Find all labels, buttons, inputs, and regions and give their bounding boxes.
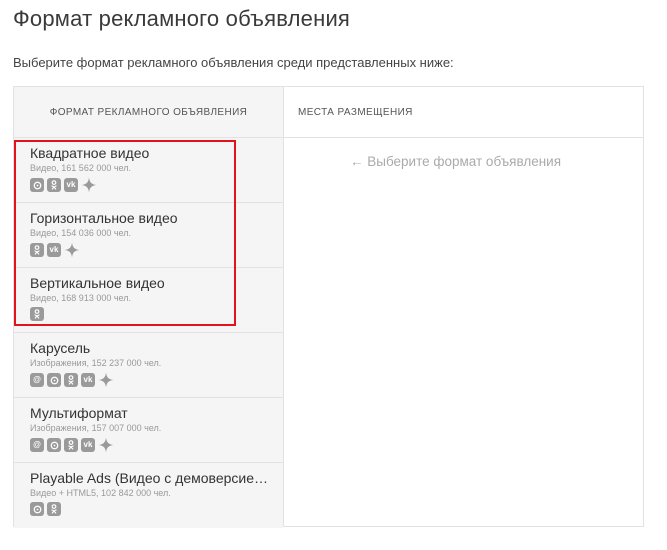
format-row-playable-ads[interactable]: Playable Ads (Видео с демоверсией игры) … — [14, 463, 283, 528]
target-icon — [47, 438, 61, 452]
format-row-horizontal-video[interactable]: Горизонтальное видео Видео, 154 036 000 … — [14, 203, 283, 268]
vk-icon: vk — [64, 178, 78, 192]
page-subtitle: Выберите формат рекламного объявления ср… — [13, 55, 454, 70]
mail-icon: @ — [30, 438, 44, 452]
vk-icon: vk — [47, 243, 61, 257]
format-row-square-video[interactable]: Квадратное видео Видео, 161 562 000 чел.… — [14, 138, 283, 203]
vk-icon: vk — [81, 373, 95, 387]
odnoklassniki-icon — [47, 502, 61, 516]
format-table: ФОРМАТ РЕКЛАМНОГО ОБЪЯВЛЕНИЯ Квадратное … — [13, 86, 644, 528]
format-meta: Изображения, 157 007 000 чел. — [30, 423, 162, 433]
sparkle-icon — [98, 437, 114, 453]
format-meta: Видео, 168 913 000 чел. — [30, 293, 131, 303]
format-title: Квадратное видео — [30, 145, 150, 161]
placement-icons — [30, 307, 283, 321]
format-title: Горизонтальное видео — [30, 210, 178, 226]
target-icon — [30, 178, 44, 192]
placement-icons: vk — [30, 242, 283, 258]
odnoklassniki-icon — [30, 243, 44, 257]
format-row-multiformat[interactable]: Мультиформат Изображения, 157 007 000 че… — [14, 398, 283, 463]
odnoklassniki-icon — [64, 438, 78, 452]
vk-icon: vk — [81, 438, 95, 452]
target-icon — [30, 502, 44, 516]
sparkle-icon — [98, 372, 114, 388]
format-meta: Видео, 161 562 000 чел. — [30, 163, 131, 173]
format-meta: Изображения, 152 237 000 чел. — [30, 358, 162, 368]
format-title: Вертикальное видео — [30, 275, 165, 291]
format-column-header: ФОРМАТ РЕКЛАМНОГО ОБЪЯВЛЕНИЯ — [14, 87, 283, 138]
target-icon — [47, 373, 61, 387]
page-title: Формат рекламного объявления — [13, 6, 351, 31]
odnoklassniki-icon — [47, 178, 61, 192]
placement-icons: @ vk — [30, 437, 283, 453]
mail-icon: @ — [30, 373, 44, 387]
format-title: Карусель — [30, 340, 91, 356]
format-title: Мультиформат — [30, 405, 128, 421]
sparkle-icon — [81, 177, 97, 193]
placements-column: МЕСТА РАЗМЕЩЕНИЯ ← Выберите формат объяв… — [284, 87, 643, 526]
format-row-vertical-video[interactable]: Вертикальное видео Видео, 168 913 000 че… — [14, 268, 283, 333]
odnoklassniki-icon — [30, 307, 44, 321]
odnoklassniki-icon — [64, 373, 78, 387]
sparkle-icon — [64, 242, 80, 258]
select-format-hint: ← Выберите формат объявления — [350, 154, 562, 169]
format-meta: Видео, 154 036 000 чел. — [30, 228, 131, 238]
placements-column-header: МЕСТА РАЗМЕЩЕНИЯ — [284, 87, 643, 138]
placement-icons: vk — [30, 177, 283, 193]
placement-icons: @ vk — [30, 372, 283, 388]
format-row-carousel[interactable]: Карусель Изображения, 152 237 000 чел. @… — [14, 333, 283, 398]
format-meta: Видео + HTML5, 102 842 000 чел. — [30, 488, 171, 498]
format-column: ФОРМАТ РЕКЛАМНОГО ОБЪЯВЛЕНИЯ Квадратное … — [14, 87, 284, 528]
format-title: Playable Ads (Видео с демоверсией игры) — [30, 470, 275, 486]
placement-icons — [30, 502, 283, 516]
